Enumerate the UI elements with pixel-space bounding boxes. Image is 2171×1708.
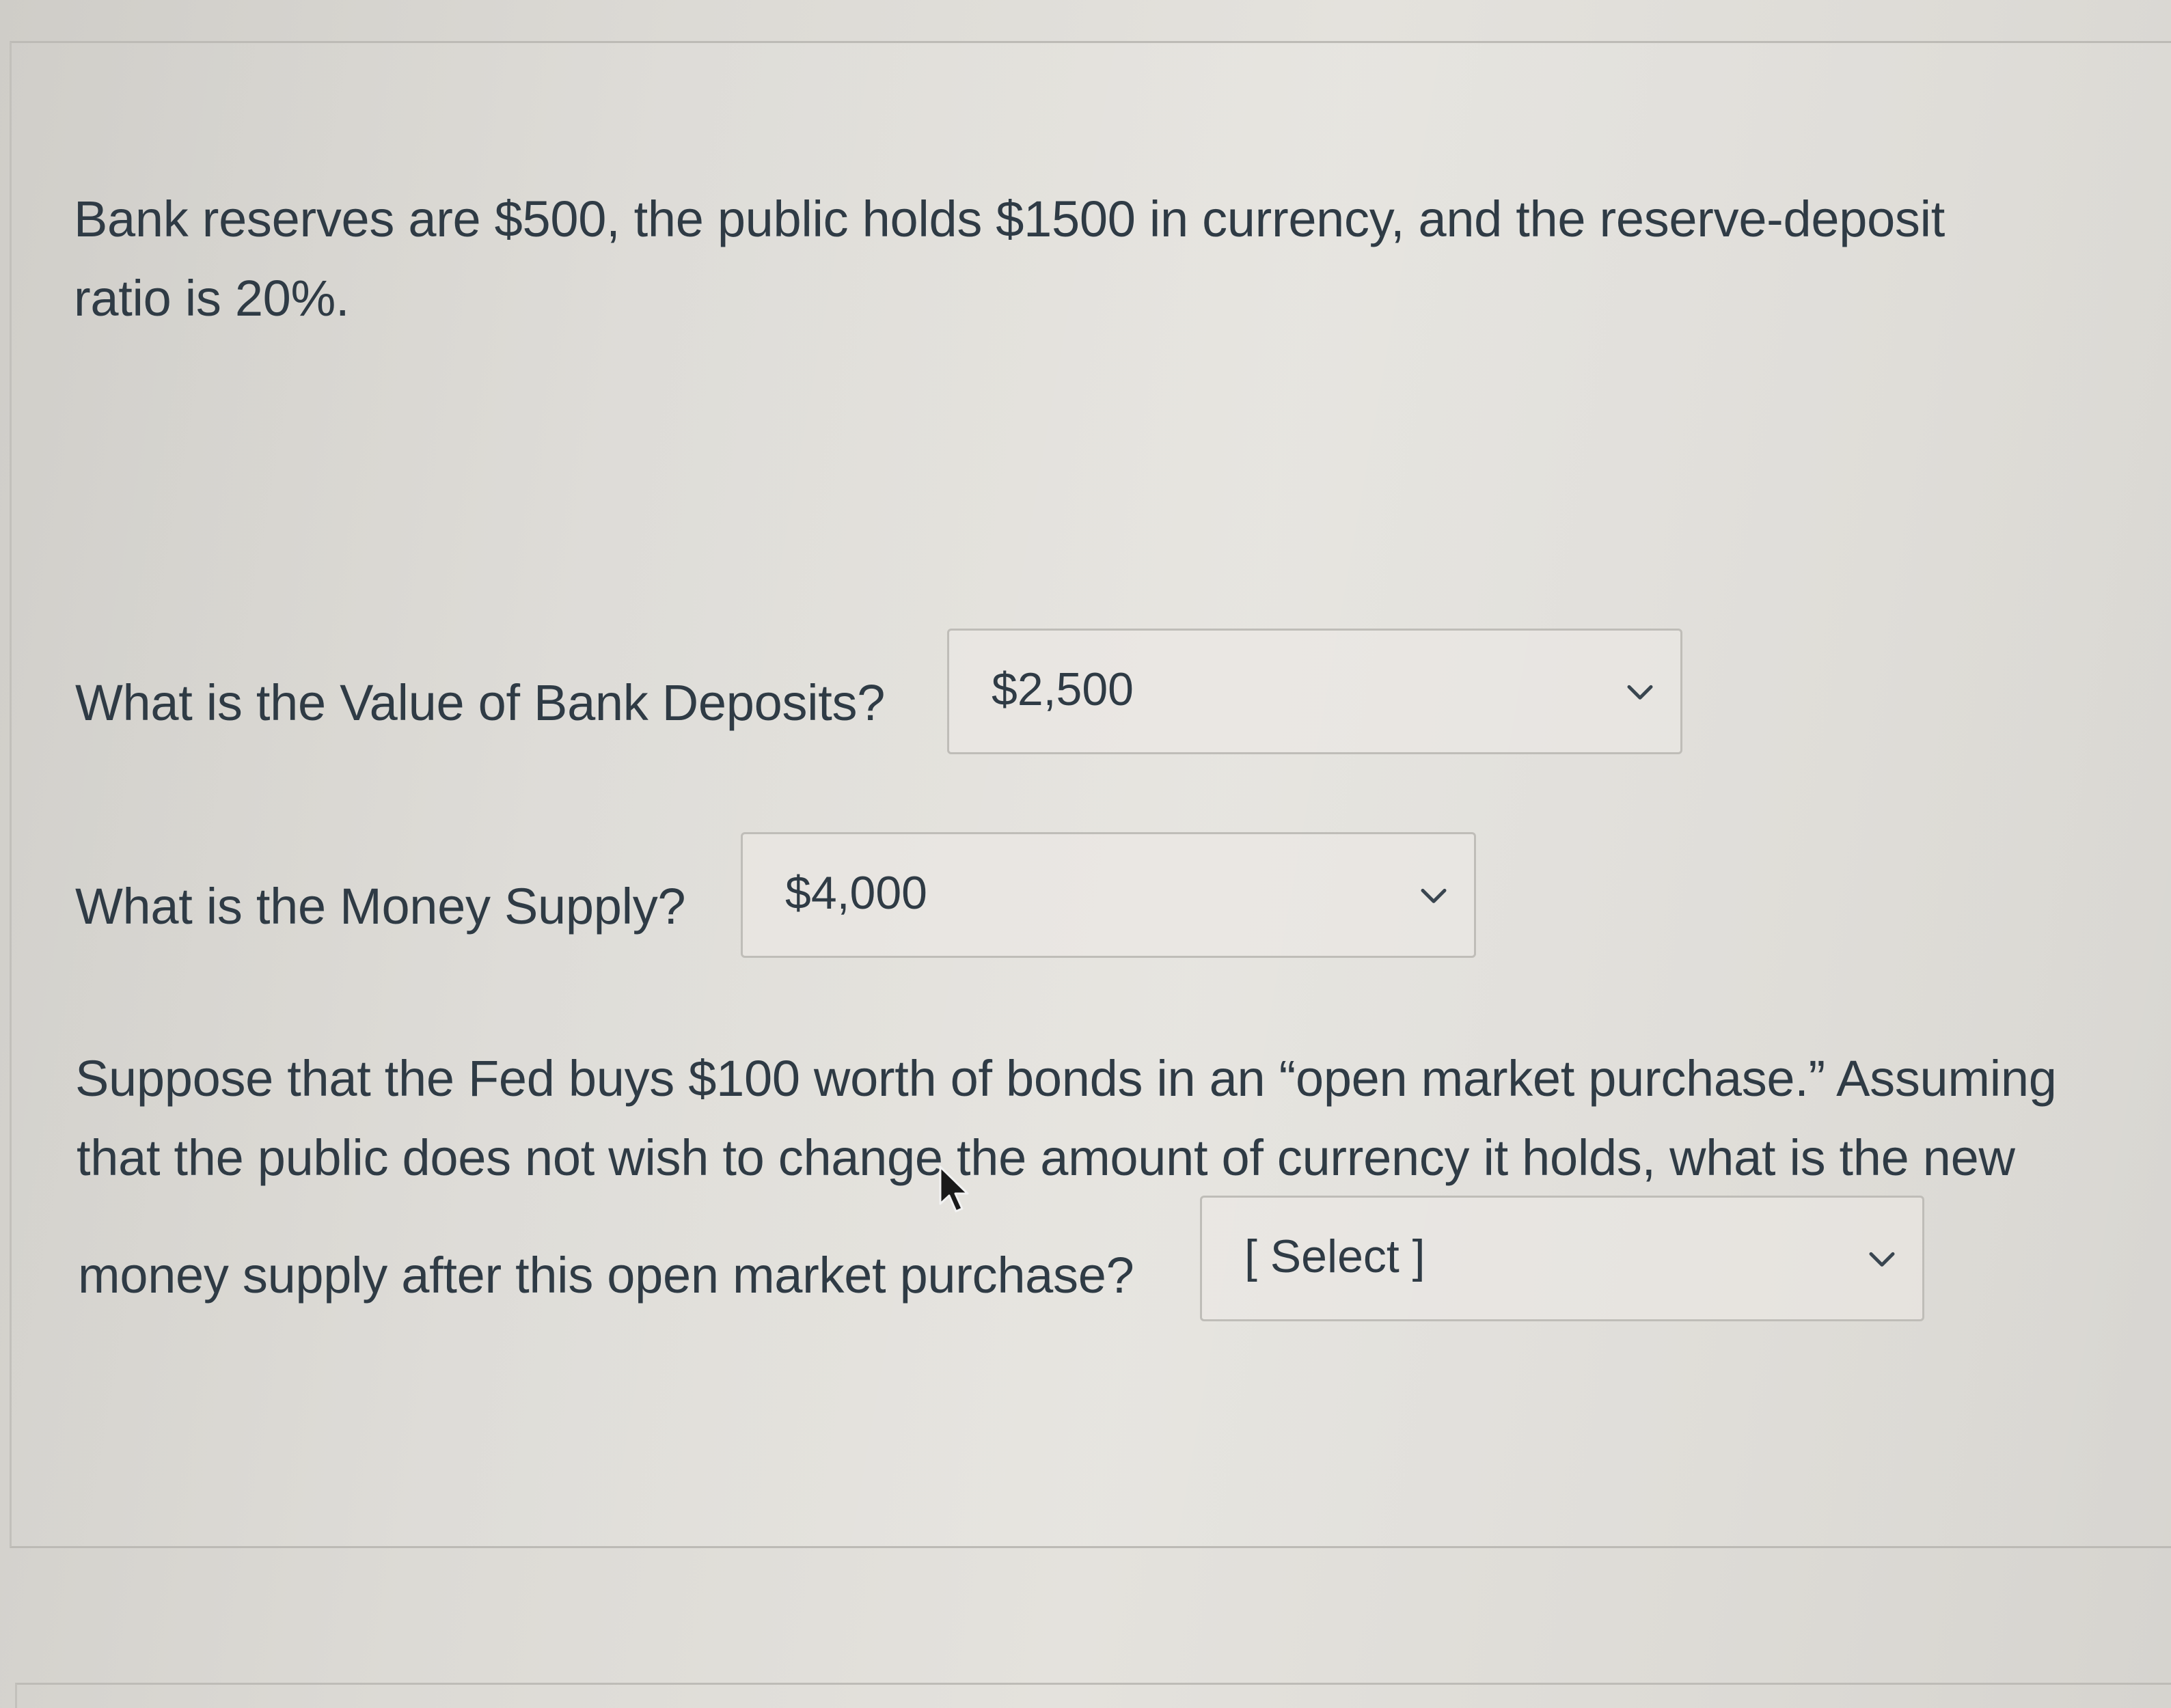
open-market-question-line-2: that the public does not wish to change … xyxy=(77,1129,2015,1186)
intro-text-line-2: ratio is 20%. xyxy=(74,270,350,327)
intro-text-line-1: Bank reserves are $500, the public holds… xyxy=(74,191,1945,247)
open-market-question-line-1: Suppose that the Fed buys $100 worth of … xyxy=(75,1050,2057,1107)
new-money-supply-selected-value: [ Select ] xyxy=(1244,1230,1425,1282)
chevron-down-icon xyxy=(1627,685,1653,700)
bank-deposits-selected-value: $2,500 xyxy=(992,663,1134,715)
money-supply-selected-value: $4,000 xyxy=(785,866,927,919)
money-supply-question-label: What is the Money Supply? xyxy=(75,878,686,935)
money-supply-dropdown[interactable]: $4,000 xyxy=(741,832,1476,958)
mouse-cursor-icon xyxy=(939,1166,969,1213)
chevron-down-icon xyxy=(1869,1252,1895,1267)
new-money-supply-dropdown[interactable]: [ Select ] xyxy=(1200,1196,1924,1321)
open-market-question-line-3: money supply after this open market purc… xyxy=(78,1247,1134,1304)
chevron-down-icon xyxy=(1421,888,1447,903)
next-question-card-edge xyxy=(15,1683,2171,1708)
bank-deposits-dropdown[interactable]: $2,500 xyxy=(947,629,1682,754)
bank-deposits-question-label: What is the Value of Bank Deposits? xyxy=(75,674,886,731)
